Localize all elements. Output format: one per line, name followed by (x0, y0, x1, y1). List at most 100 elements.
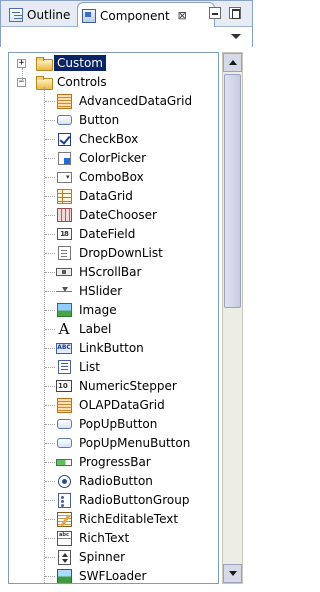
tree-connector-line (45, 196, 55, 197)
list-icon (56, 359, 72, 375)
tree-item-label: PopUpMenuButton (79, 436, 191, 450)
tree-connector-line (45, 120, 55, 121)
button-icon (56, 112, 72, 128)
tree-item-richeditabletext[interactable]: RichEditableText (9, 510, 218, 529)
tree-connector-line (45, 234, 55, 235)
numeric-stepper-icon: 10 (56, 378, 72, 394)
tree-item-datechooser[interactable]: DateChooser (9, 206, 218, 225)
tree-item-hslider[interactable]: HSlider (9, 282, 218, 301)
tree-connector-line (45, 367, 55, 368)
tree-connector-line (45, 215, 55, 216)
date-field-icon-glyph: 18 (56, 228, 72, 240)
close-icon[interactable]: ⊠ (178, 9, 187, 22)
tree-connector-line (45, 386, 55, 387)
tree-connector-line (45, 576, 55, 577)
tree-item-advanceddatagrid[interactable]: AdvancedDataGrid (9, 92, 218, 111)
tree-item-label: List (79, 360, 100, 374)
tree-item-label: RichText (79, 531, 130, 545)
vertical-scrollbar[interactable] (222, 52, 243, 584)
tree-item-label: RadioButton (79, 474, 153, 488)
minimize-button[interactable] (209, 7, 221, 19)
tree-item-label: PopUpButton (79, 417, 158, 431)
tree-item-label: AdvancedDataGrid (79, 94, 193, 108)
tree-connector-line (45, 557, 55, 558)
tree-item-colorpicker[interactable]: ColorPicker (9, 149, 218, 168)
tree-item-label: Button (79, 113, 120, 127)
tree-item-numericstepper[interactable]: 10 NumericStepper (9, 377, 218, 396)
tree-item-progressbar[interactable]: ProgressBar (9, 453, 218, 472)
tree-item-label: OLAPDataGrid (79, 398, 165, 412)
tree-item-label: Image (79, 303, 117, 317)
numeric-stepper-icon-glyph: 10 (56, 380, 72, 392)
tree-item-combobox[interactable]: ▾ ComboBox (9, 168, 218, 187)
date-chooser-icon (56, 207, 72, 223)
scroll-up-arrow-icon[interactable] (223, 53, 242, 72)
tree-item-datagrid[interactable]: DataGrid (9, 187, 218, 206)
tree-item-label: RadioButtonGroup (79, 493, 190, 507)
tree-item-popupmenubutton[interactable]: PopUpMenuButton (9, 434, 218, 453)
tree-item-label: DateField (79, 227, 136, 241)
tree-item-richtext[interactable]: abc RichText (9, 529, 218, 548)
image-icon (56, 302, 72, 318)
tree-connector-line (45, 139, 55, 140)
outline-icon (9, 8, 23, 22)
view-toolbar (0, 27, 253, 47)
popup-menu-button-icon (56, 435, 72, 451)
tree-connector-line (45, 101, 55, 102)
tree-item-label: LinkButton (79, 341, 144, 355)
tree-item-label: DataGrid (79, 189, 133, 203)
tree-item-label: ComboBox (79, 170, 144, 184)
tree-connector-line (45, 348, 55, 349)
tree-item-spinner[interactable]: Spinner (9, 548, 218, 567)
tree-connector-line (45, 443, 55, 444)
tab-component[interactable]: Component ⊠ (77, 2, 215, 28)
maximize-button[interactable] (229, 7, 241, 19)
scroll-down-arrow-icon[interactable] (223, 564, 242, 583)
combobox-icon: ▾ (56, 169, 72, 185)
tree-item-datefield[interactable]: 18 DateField (9, 225, 218, 244)
tree-item-popupbutton[interactable]: PopUpButton (9, 415, 218, 434)
tree-item-label: NumericStepper (79, 379, 177, 393)
tree-connector-line (45, 310, 55, 311)
expander-toggle-icon[interactable]: + (17, 59, 26, 68)
scrollbar-thumb[interactable] (224, 74, 241, 308)
tree-item-label: CheckBox (79, 132, 139, 146)
tab-outline[interactable]: Outline (9, 3, 70, 27)
tree-connector-line (45, 500, 55, 501)
tree-item-button[interactable]: Button (9, 111, 218, 130)
tree-category-custom[interactable]: + Custom (9, 54, 218, 73)
tree-item-label[interactable]: A Label (9, 320, 218, 339)
tree-category-controls[interactable]: − Controls (9, 73, 218, 92)
tree-item-label: RichEditableText (79, 512, 179, 526)
tree-item-label: DropDownList (79, 246, 163, 260)
tree-item-olapdatagrid[interactable]: OLAPDataGrid (9, 396, 218, 415)
view-menu-chevron-down-icon[interactable] (230, 31, 242, 41)
tree-connector-line (45, 481, 55, 482)
tree-connector-line (45, 329, 55, 330)
tab-outline-label: Outline (27, 8, 71, 22)
tree-item-label: HSlider (79, 284, 123, 298)
component-icon (82, 8, 96, 23)
tree-item-list[interactable]: List (9, 358, 218, 377)
label-icon-glyph: A (58, 319, 70, 338)
popup-button-icon (56, 416, 72, 432)
tree-connector-line (45, 462, 55, 463)
olap-data-grid-icon (56, 397, 72, 413)
color-picker-icon (56, 150, 72, 166)
tree-item-label: Spinner (79, 550, 126, 564)
component-tree: + Custom − Controls AdvancedDataGrid Button Ch… (8, 52, 219, 584)
tree-connector-line (22, 68, 23, 82)
tree-item-checkbox[interactable]: CheckBox (9, 130, 218, 149)
tree-item-image[interactable]: Image (9, 301, 218, 320)
label-icon: A (56, 321, 72, 337)
dropdown-list-icon (56, 245, 72, 261)
tree-item-dropdownlist[interactable]: DropDownList (9, 244, 218, 263)
data-grid-icon (56, 188, 72, 204)
tree-category-label: Controls (57, 75, 107, 89)
tree-item-swfloader[interactable]: SWFLoader (9, 567, 218, 583)
tree-item-radiobuttongroup[interactable]: RadioButtonGroup (9, 491, 218, 510)
tree-item-radiobutton[interactable]: RadioButton (9, 472, 218, 491)
tree-item-hscrollbar[interactable]: HScrollBar (9, 263, 218, 282)
tree-item-linkbutton[interactable]: ABC LinkButton (9, 339, 218, 358)
progress-bar-icon (56, 454, 72, 470)
